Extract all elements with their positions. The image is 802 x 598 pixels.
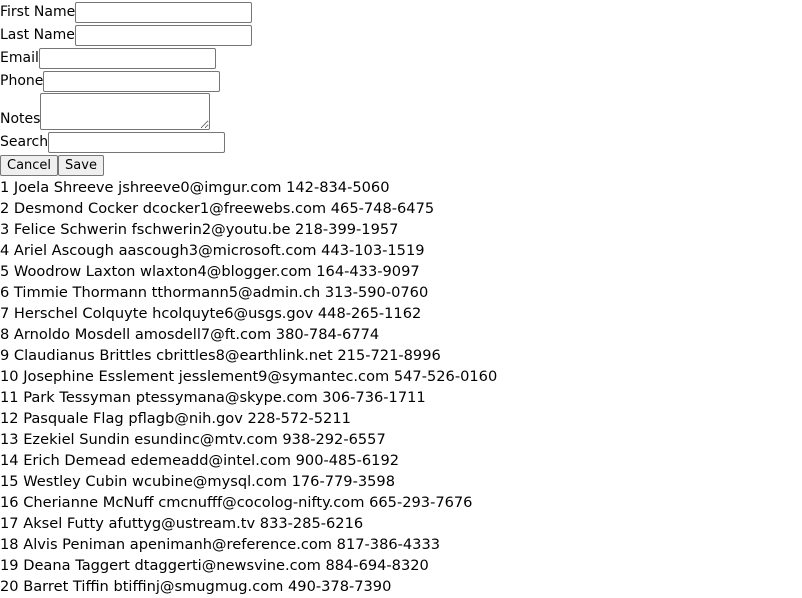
search-input[interactable] (48, 132, 226, 153)
first-name-row: First Name (0, 0, 802, 23)
contact-list: 1 Joela Shreeve jshreeve0@imgur.com 142-… (0, 177, 802, 597)
notes-label: Notes (0, 111, 41, 127)
contact-list-item: 2 Desmond Cocker dcocker1@freewebs.com 4… (0, 200, 435, 217)
contact-list-item: 20 Barret Tiffin btiffinj@smugmug.com 49… (0, 578, 392, 595)
first-name-input[interactable] (75, 2, 253, 23)
contact-list-item: 1 Joela Shreeve jshreeve0@imgur.com 142-… (0, 179, 390, 196)
first-name-label: First Name (0, 4, 76, 20)
notes-textarea[interactable] (40, 93, 211, 130)
contact-list-item: 17 Aksel Futty afuttyg@ustream.tv 833-28… (0, 515, 364, 532)
contact-list-item: 13 Ezekiel Sundin esundinc@mtv.com 938-2… (0, 431, 386, 448)
contact-list-item: 4 Ariel Ascough aascough3@microsoft.com … (0, 242, 425, 259)
phone-row: Phone (0, 69, 802, 92)
search-row: Search (0, 130, 802, 153)
contact-list-item: 3 Felice Schwerin fschwerin2@youtu.be 21… (0, 221, 399, 238)
contact-list-item: 18 Alvis Peniman apenimanh@reference.com… (0, 536, 441, 553)
phone-input[interactable] (43, 71, 221, 92)
last-name-label: Last Name (0, 27, 75, 43)
contact-list-item: 9 Claudianus Brittles cbrittles8@earthli… (0, 347, 441, 364)
contact-list-item: 10 Josephine Esslement jesslement9@syman… (0, 368, 498, 385)
contact-list-item: 6 Timmie Thormann tthormann5@admin.ch 31… (0, 284, 429, 301)
contact-list-item: 8 Arnoldo Mosdell amosdell7@ft.com 380-7… (0, 326, 380, 343)
last-name-row: Last Name (0, 23, 802, 46)
contact-list-item: 15 Westley Cubin wcubine@mysql.com 176-7… (0, 473, 395, 490)
cancel-button[interactable]: Cancel (0, 155, 59, 176)
contact-form: First Name Last Name Email Phone Notes S… (0, 0, 802, 176)
contact-list-item: 19 Deana Taggert dtaggerti@newsvine.com … (0, 557, 429, 574)
notes-row: Notes (0, 92, 802, 130)
email-row: Email (0, 46, 802, 69)
phone-label: Phone (0, 73, 44, 89)
contact-list-item: 14 Erich Demead edemeadd@intel.com 900-4… (0, 452, 400, 469)
contact-list-item: 5 Woodrow Laxton wlaxton4@blogger.com 16… (0, 263, 420, 280)
contact-list-item: 11 Park Tessyman ptessymana@skype.com 30… (0, 389, 426, 406)
form-buttons: Cancel Save (0, 155, 802, 176)
contact-list-item: 7 Herschel Colquyte hcolquyte6@usgs.gov … (0, 305, 422, 322)
contact-list-item: 12 Pasquale Flag pflagb@nih.gov 228-572-… (0, 410, 351, 427)
save-button[interactable]: Save (58, 155, 104, 176)
last-name-input[interactable] (74, 25, 252, 46)
contact-list-item: 16 Cherianne McNuff cmcnufff@cocolog-nif… (0, 494, 473, 511)
email-input[interactable] (38, 48, 216, 69)
search-label: Search (0, 134, 49, 150)
email-label: Email (0, 50, 39, 66)
